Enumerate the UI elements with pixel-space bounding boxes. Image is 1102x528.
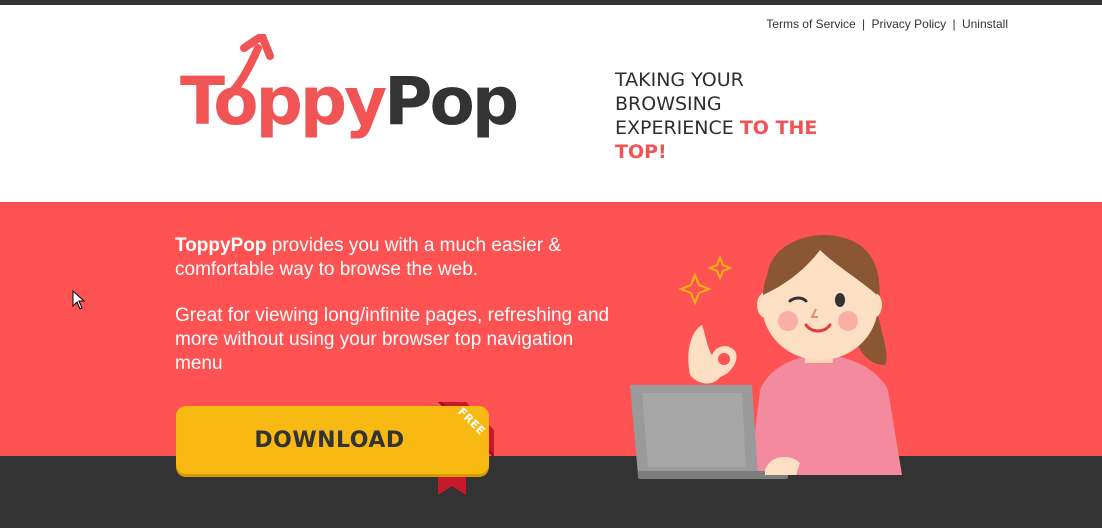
brand-name: ToppyPop bbox=[175, 235, 267, 256]
top-bar bbox=[0, 0, 1102, 5]
footer-band bbox=[0, 456, 1102, 528]
mouse-cursor-icon bbox=[72, 290, 86, 310]
tagline: Taking your browsing experience to the t… bbox=[615, 68, 855, 164]
terms-of-service-link[interactable]: Terms of Service bbox=[766, 17, 855, 31]
download-button-label: DOWNLOAD bbox=[254, 427, 405, 453]
uninstall-link[interactable]: Uninstall bbox=[962, 17, 1008, 31]
download-button[interactable]: DOWNLOAD bbox=[176, 406, 489, 474]
logo-wordmark: ToppyPop bbox=[180, 69, 519, 135]
link-separator: | bbox=[952, 17, 956, 31]
tagline-line-3: experience bbox=[615, 117, 734, 139]
logo-part-toppy: Toppy bbox=[180, 63, 387, 140]
woman-with-laptop-illustration bbox=[630, 234, 902, 479]
logo-part-pop: Pop bbox=[384, 63, 519, 140]
intro-paragraph: ToppyPop provides you with a much easier… bbox=[175, 234, 615, 282]
toppypop-logo: ToppyPop bbox=[178, 34, 519, 164]
link-separator: | bbox=[862, 17, 866, 31]
features-paragraph: Great for viewing long/infinite pages, r… bbox=[175, 305, 610, 374]
privacy-policy-link[interactable]: Privacy Policy bbox=[871, 17, 946, 31]
hero-description: ToppyPop provides you with a much easier… bbox=[175, 234, 615, 398]
tagline-line-2: browsing bbox=[615, 93, 722, 115]
header-links: Terms of Service | Privacy Policy | Unin… bbox=[766, 17, 1008, 31]
tagline-line-1: Taking your bbox=[615, 69, 744, 91]
